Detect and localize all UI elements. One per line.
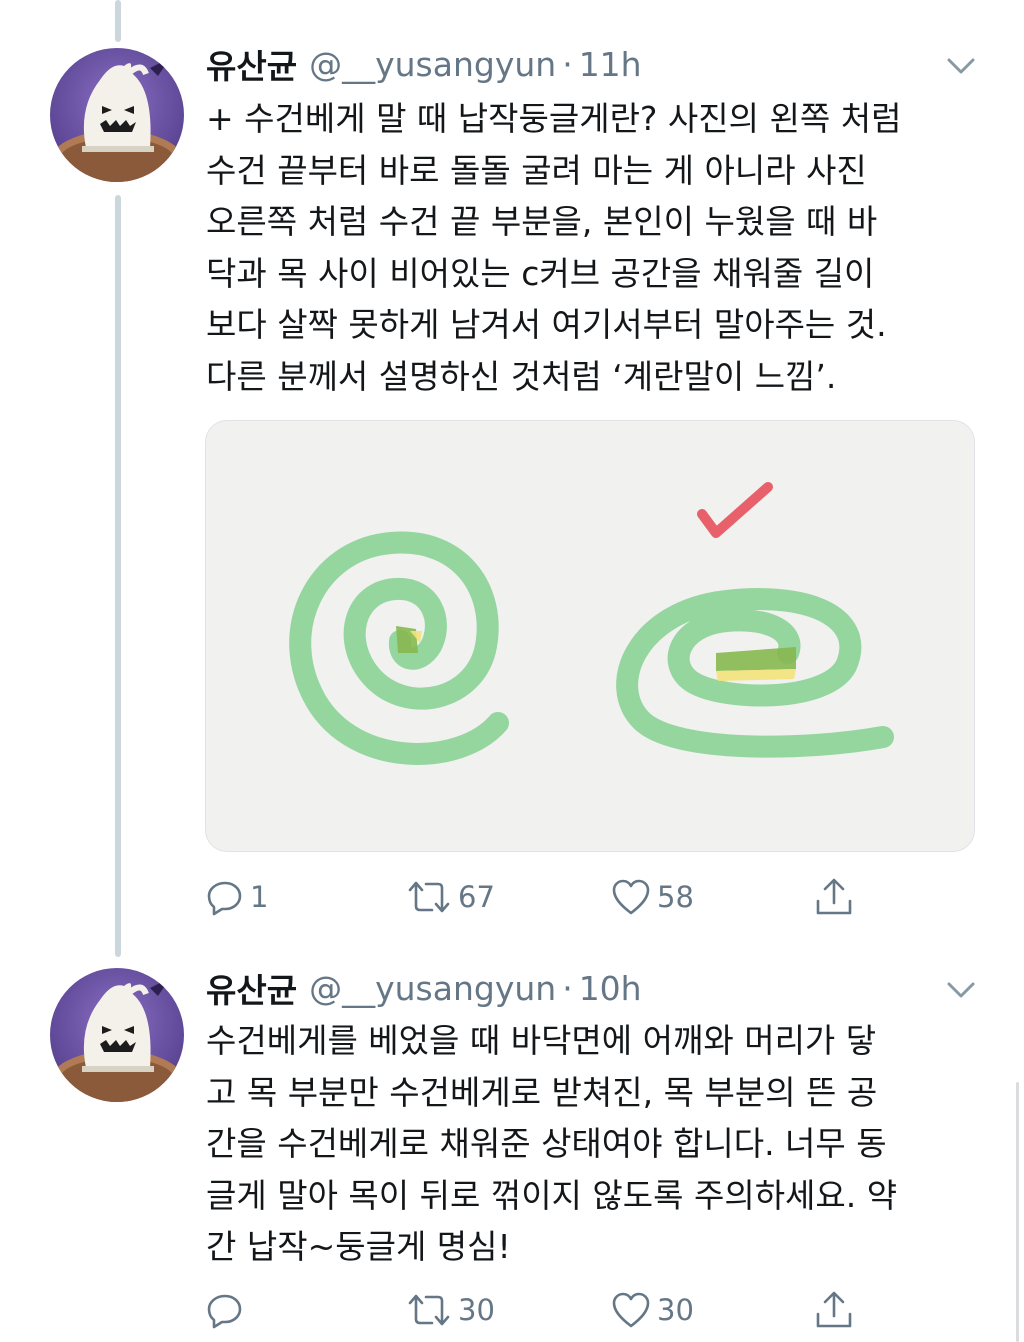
- tweet-text: 수건베게를 베었을 때 바닥면에 어깨와 머리가 닿 고 목 부분만 수건베게로…: [206, 1015, 986, 1273]
- reply-icon: [207, 881, 242, 916]
- tweet-image[interactable]: [205, 420, 975, 852]
- tweet-actions: 1 67 58: [206, 875, 866, 919]
- towel-roll-illustration: [289, 482, 894, 765]
- share-icon: [816, 878, 852, 915]
- tweet-text-line: 오른쪽 처럼 수건 끝 부분을, 본인이 누웠을 때 바: [206, 202, 878, 241]
- tweet-text-line: 다른 분께서 설명하신 것처럼 ‘계란말이 느낌’.: [206, 356, 837, 396]
- retweet-icon: [408, 881, 450, 913]
- retweet-button[interactable]: 30: [406, 1288, 495, 1332]
- separator-dot: ·: [562, 44, 573, 84]
- reply-button[interactable]: [206, 1288, 250, 1332]
- tweet-header: 유산균 @__yusangyun · 10h: [206, 968, 642, 1011]
- heart-icon: [612, 879, 650, 915]
- like-count: 58: [657, 880, 694, 914]
- like-button[interactable]: 58: [611, 875, 694, 919]
- share-button[interactable]: [814, 875, 854, 919]
- timestamp[interactable]: 11h: [579, 45, 642, 84]
- chevron-down-icon[interactable]: [946, 980, 976, 1000]
- ghost-avatar-icon: [50, 48, 184, 182]
- reply-count: 1: [250, 880, 269, 914]
- retweet-button[interactable]: 67: [406, 875, 495, 919]
- avatar[interactable]: [50, 968, 184, 1102]
- avatar[interactable]: [50, 48, 184, 182]
- checkmark-icon: [697, 482, 773, 538]
- retweet-icon: [408, 1294, 450, 1326]
- retweet-count: 30: [458, 1293, 495, 1327]
- tweet-text-line: 간 납작~둥글게 명심!: [206, 1227, 511, 1266]
- username[interactable]: @__yusangyun: [309, 45, 556, 84]
- chevron-down-icon[interactable]: [946, 56, 976, 76]
- tweet[interactable]: 유산균 @__yusangyun · 11h + 수건베게 말 때 납작둥글게란…: [0, 0, 1024, 960]
- reply-button[interactable]: 1: [206, 875, 268, 919]
- display-name[interactable]: 유산균: [206, 964, 297, 1012]
- like-count: 30: [657, 1293, 694, 1327]
- tweet-header: 유산균 @__yusangyun · 11h: [206, 44, 642, 87]
- twitter-thread: 유산균 @__yusangyun · 11h + 수건베게 말 때 납작둥글게란…: [0, 0, 1024, 1342]
- tweet-text-line: 보다 살짝 못하게 남겨서 여기서부터 말아주는 것.: [206, 305, 887, 344]
- tweet-actions: 30 30: [206, 1288, 866, 1332]
- tweet-text-line: 수건 끝부터 바로 돌돌 굴려 마는 게 아니라 사진: [206, 150, 867, 190]
- tweet-text-line: + 수건베게 말 때 납작둥글게란? 사진의 왼쪽 처럼: [206, 99, 902, 138]
- share-icon: [816, 1291, 852, 1328]
- share-button[interactable]: [814, 1288, 854, 1332]
- ghost-avatar-icon: [50, 968, 184, 1102]
- retweet-count: 67: [458, 880, 495, 914]
- username[interactable]: @__yusangyun: [309, 969, 556, 1008]
- heart-icon: [612, 1292, 650, 1328]
- display-name[interactable]: 유산균: [206, 40, 297, 88]
- separator-dot: ·: [562, 968, 573, 1008]
- tweet-text-line: 고 목 부분만 수건베게로 받쳐진, 목 부분의 뜬 공: [206, 1072, 878, 1112]
- tweet-text-line: 닥과 목 사이 비어있는 c커브 공간을 채워줄 길이: [206, 253, 875, 293]
- tweet-text-line: 글게 말아 목이 뒤로 꺾이지 않도록 주의하세요. 약: [206, 1175, 898, 1215]
- reply-icon: [207, 1294, 242, 1329]
- tweet-text-line: 간을 수건베게로 채워준 상태여야 합니다. 너무 동: [206, 1124, 887, 1163]
- tweet[interactable]: 유산균 @__yusangyun · 10h 수건베게를 베었을 때 바닥면에 …: [0, 960, 1024, 1342]
- tweet-text-line: 수건베게를 베었을 때 바닥면에 어깨와 머리가 닿: [206, 1021, 877, 1060]
- timestamp[interactable]: 10h: [579, 969, 642, 1008]
- tweet-text: + 수건베게 말 때 납작둥글게란? 사진의 왼쪽 처럼 수건 끝부터 바로 돌…: [206, 93, 986, 402]
- like-button[interactable]: 30: [611, 1288, 694, 1332]
